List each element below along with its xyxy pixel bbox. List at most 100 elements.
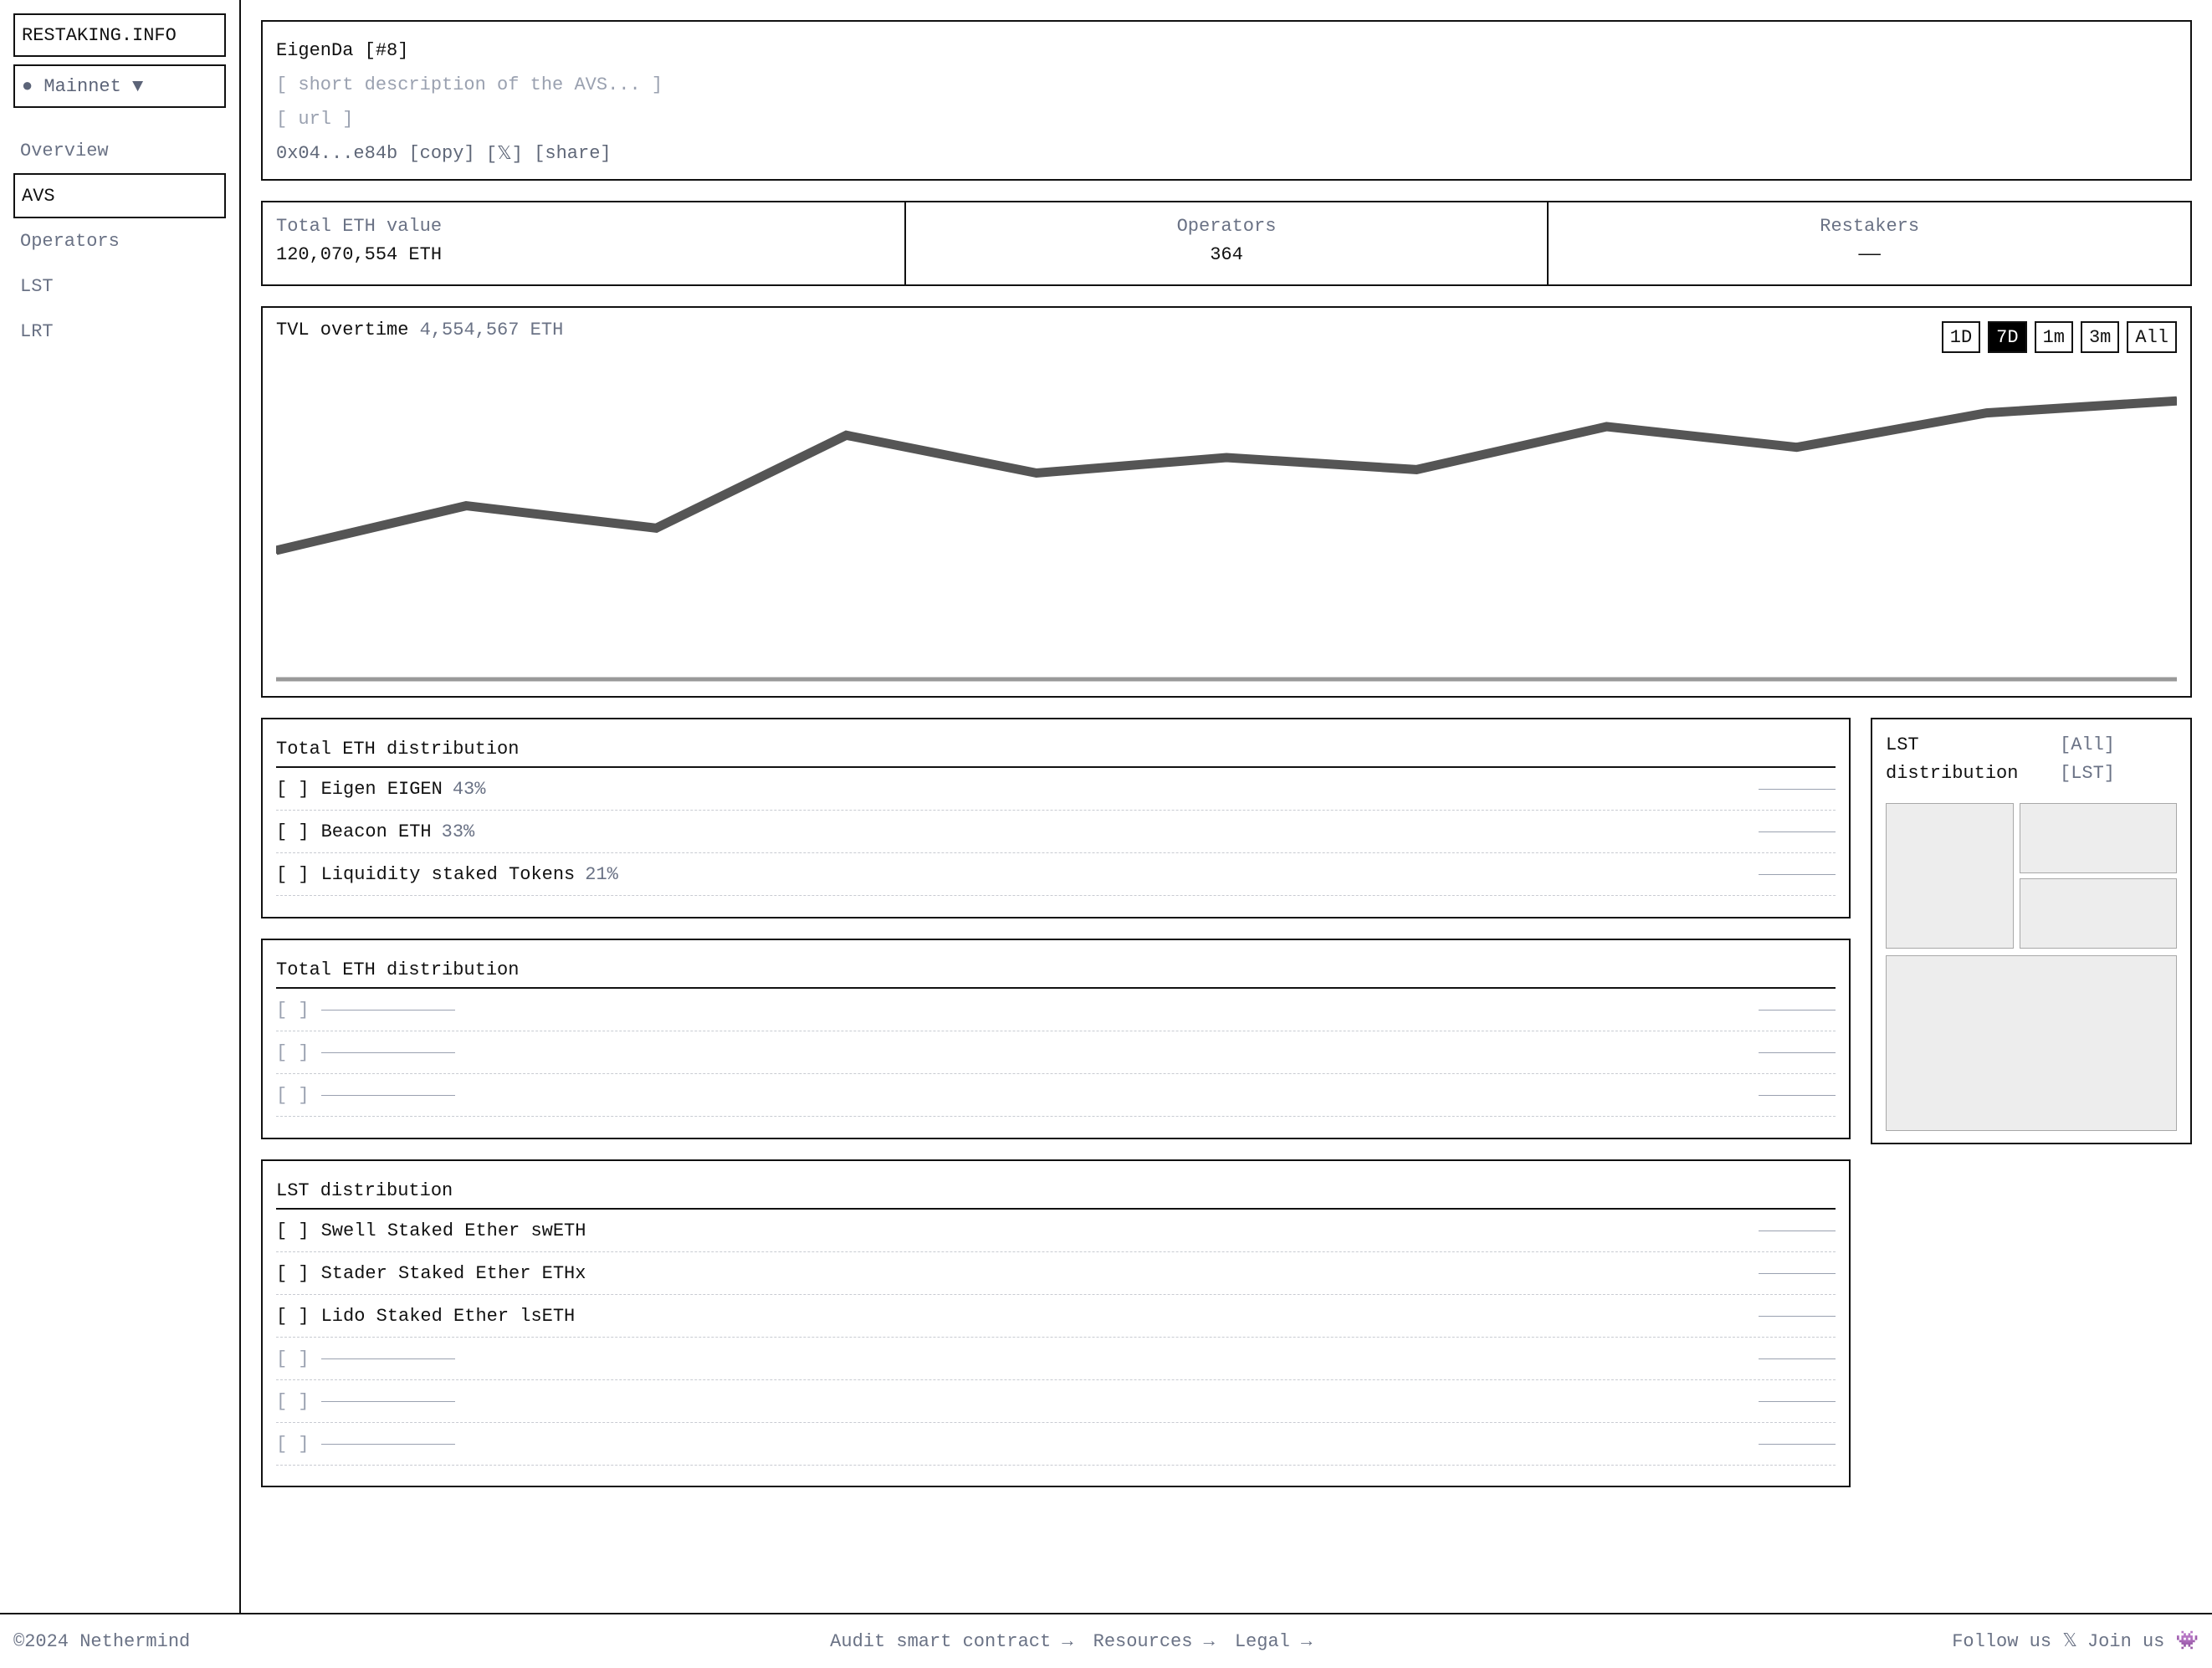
- avs-address-row: 0x04...e84b [copy] [𝕏] [share]: [276, 136, 2177, 171]
- checkbox[interactable]: [ ]: [276, 1263, 310, 1284]
- stats-panel: Total ETH value 120,070,554 ETH Operator…: [261, 201, 2192, 286]
- list-item: [ ]: [276, 1338, 1836, 1380]
- tvl-data-point[interactable]: [1983, 409, 1990, 417]
- range-all-button[interactable]: All: [2127, 321, 2177, 353]
- tvl-data-point[interactable]: [1603, 423, 1610, 430]
- value-placeholder: [1759, 1009, 1836, 1011]
- stat-label: Operators: [1176, 216, 1277, 237]
- list-item[interactable]: [ ] Liquidity staked Tokens 21%: [276, 853, 1836, 896]
- footer-link-legal[interactable]: Legal →: [1235, 1631, 1312, 1652]
- value-placeholder: [1759, 831, 1836, 832]
- list-item[interactable]: [ ] Lido Staked Ether lsETH: [276, 1295, 1836, 1338]
- list-item[interactable]: [ ] Stader Staked Ether ETHx: [276, 1252, 1836, 1295]
- lst-panel-options: [All] [LST]: [2060, 731, 2177, 788]
- x-link[interactable]: [𝕏]: [486, 143, 523, 165]
- lst-panel-title-line: LST: [1886, 734, 1919, 755]
- tvl-data-point[interactable]: [1793, 443, 1800, 451]
- item-name: Liquidity staked Tokens: [320, 863, 576, 885]
- tvl-data-point[interactable]: [653, 524, 660, 532]
- brand-logo[interactable]: RESTAKING.INFO: [13, 13, 226, 57]
- tvl-data-point[interactable]: [1413, 466, 1421, 473]
- avs-title: EigenDa [#8]: [276, 40, 409, 61]
- tvl-series-line: [276, 396, 2177, 555]
- tvl-data-point[interactable]: [842, 432, 850, 439]
- filter-all-button[interactable]: [All]: [2060, 731, 2177, 760]
- footer-link-resources[interactable]: Resources →: [1093, 1631, 1215, 1652]
- checkbox[interactable]: [ ]: [276, 1306, 310, 1327]
- sidebar-nav: Overview AVS Operators LST LRT: [13, 128, 226, 354]
- footer-copyright: ©2024 Nethermind: [13, 1630, 191, 1652]
- list-item: [ ]: [276, 1380, 1836, 1423]
- share-button[interactable]: [share]: [534, 143, 611, 164]
- sidebar-item-avs[interactable]: AVS: [13, 173, 226, 218]
- checkbox[interactable]: [ ]: [276, 1434, 310, 1455]
- footer-link-audit[interactable]: Audit smart contract →: [830, 1631, 1073, 1652]
- value-placeholder: [1759, 788, 1836, 790]
- name-placeholder: [320, 1051, 455, 1053]
- eth-distribution-panel-2: Total ETH distribution [ ] [ ] [ ]: [261, 939, 1851, 1139]
- tvl-data-point[interactable]: [1223, 454, 1230, 461]
- item-percent: 21%: [585, 863, 618, 885]
- checkbox[interactable]: [ ]: [276, 1085, 310, 1106]
- list-item[interactable]: [ ] Swell Staked Ether swETH: [276, 1210, 1836, 1252]
- stat-value: ——: [1858, 244, 1881, 265]
- copy-button[interactable]: [copy]: [408, 143, 474, 164]
- item-name: Swell Staked Ether swETH: [320, 1220, 586, 1241]
- name-placeholder: [320, 1009, 455, 1011]
- tvl-data-point[interactable]: [463, 502, 470, 509]
- checkbox[interactable]: [ ]: [276, 1348, 310, 1369]
- panel-title: Total ETH distribution: [276, 731, 1836, 768]
- name-placeholder: [320, 1094, 455, 1096]
- range-7d-button[interactable]: 7D: [1988, 321, 2027, 353]
- stat-label: Restakers: [1820, 216, 1920, 237]
- sidebar-item-lrt[interactable]: LRT: [13, 309, 226, 354]
- list-item: [ ]: [276, 1031, 1836, 1074]
- chart-title: TVL overtime 4,554,567 ETH: [276, 320, 563, 340]
- sidebar-item-operators[interactable]: Operators: [13, 218, 226, 264]
- checkbox[interactable]: [ ]: [276, 821, 310, 842]
- eth-distribution-panel: Total ETH distribution [ ] Eigen EIGEN 4…: [261, 718, 1851, 918]
- join-us-link[interactable]: Join us 👾: [2087, 1630, 2199, 1652]
- checkbox[interactable]: [ ]: [276, 1042, 310, 1063]
- list-item: [ ]: [276, 989, 1836, 1031]
- checkbox[interactable]: [ ]: [276, 1391, 310, 1412]
- list-item: [ ]: [276, 1423, 1836, 1466]
- sidebar-item-overview[interactable]: Overview: [13, 128, 226, 173]
- sidebar-item-lst[interactable]: LST: [13, 264, 226, 309]
- network-selector[interactable]: ● Mainnet ▼: [13, 64, 226, 108]
- value-placeholder: [1759, 1443, 1836, 1445]
- checkbox[interactable]: [ ]: [276, 779, 310, 800]
- treemap-tile[interactable]: [1886, 803, 2014, 949]
- chart-title-value: 4,554,567 ETH: [419, 320, 564, 340]
- checkbox[interactable]: [ ]: [276, 1000, 310, 1021]
- list-item[interactable]: [ ] Eigen EIGEN 43%: [276, 768, 1836, 811]
- treemap-tile[interactable]: [2020, 878, 2177, 949]
- chart-title-label: TVL overtime: [276, 320, 409, 340]
- lst-panel-title-line: distribution: [1886, 763, 2019, 784]
- name-placeholder: [320, 1400, 455, 1402]
- item-percent: 33%: [441, 821, 475, 842]
- avs-header: EigenDa [#8] [ short description of the …: [261, 20, 2192, 181]
- value-placeholder: [1759, 1400, 1836, 1402]
- range-1d-button[interactable]: 1D: [1941, 321, 1981, 353]
- range-3m-button[interactable]: 3m: [2080, 321, 2120, 353]
- stat-total-eth: Total ETH value 120,070,554 ETH: [263, 202, 906, 284]
- sidebar: RESTAKING.INFO ● Mainnet ▼ Overview AVS …: [0, 0, 241, 1614]
- treemap-tile[interactable]: [2020, 803, 2177, 873]
- list-item[interactable]: [ ] Beacon ETH 33%: [276, 811, 1836, 853]
- tvl-data-point[interactable]: [1032, 469, 1040, 477]
- follow-us-link[interactable]: Follow us 𝕏: [1952, 1630, 2077, 1652]
- range-1m-button[interactable]: 1m: [2034, 321, 2073, 353]
- checkbox[interactable]: [ ]: [276, 1220, 310, 1241]
- item-name: Lido Staked Ether lsETH: [320, 1305, 576, 1327]
- checkbox[interactable]: [ ]: [276, 864, 310, 885]
- footer-links: Audit smart contract → Resources → Legal…: [830, 1631, 1312, 1652]
- treemap-tile[interactable]: [1886, 955, 2177, 1131]
- tvl-line-chart: [276, 396, 2177, 682]
- value-placeholder: [1759, 873, 1836, 875]
- filter-lst-button[interactable]: [LST]: [2060, 760, 2177, 788]
- name-placeholder: [320, 1358, 455, 1359]
- footer-social: Follow us 𝕏 Join us 👾: [1952, 1630, 2199, 1652]
- avs-url[interactable]: [ url ]: [276, 102, 2177, 136]
- lst-treemap: [1886, 803, 2177, 1133]
